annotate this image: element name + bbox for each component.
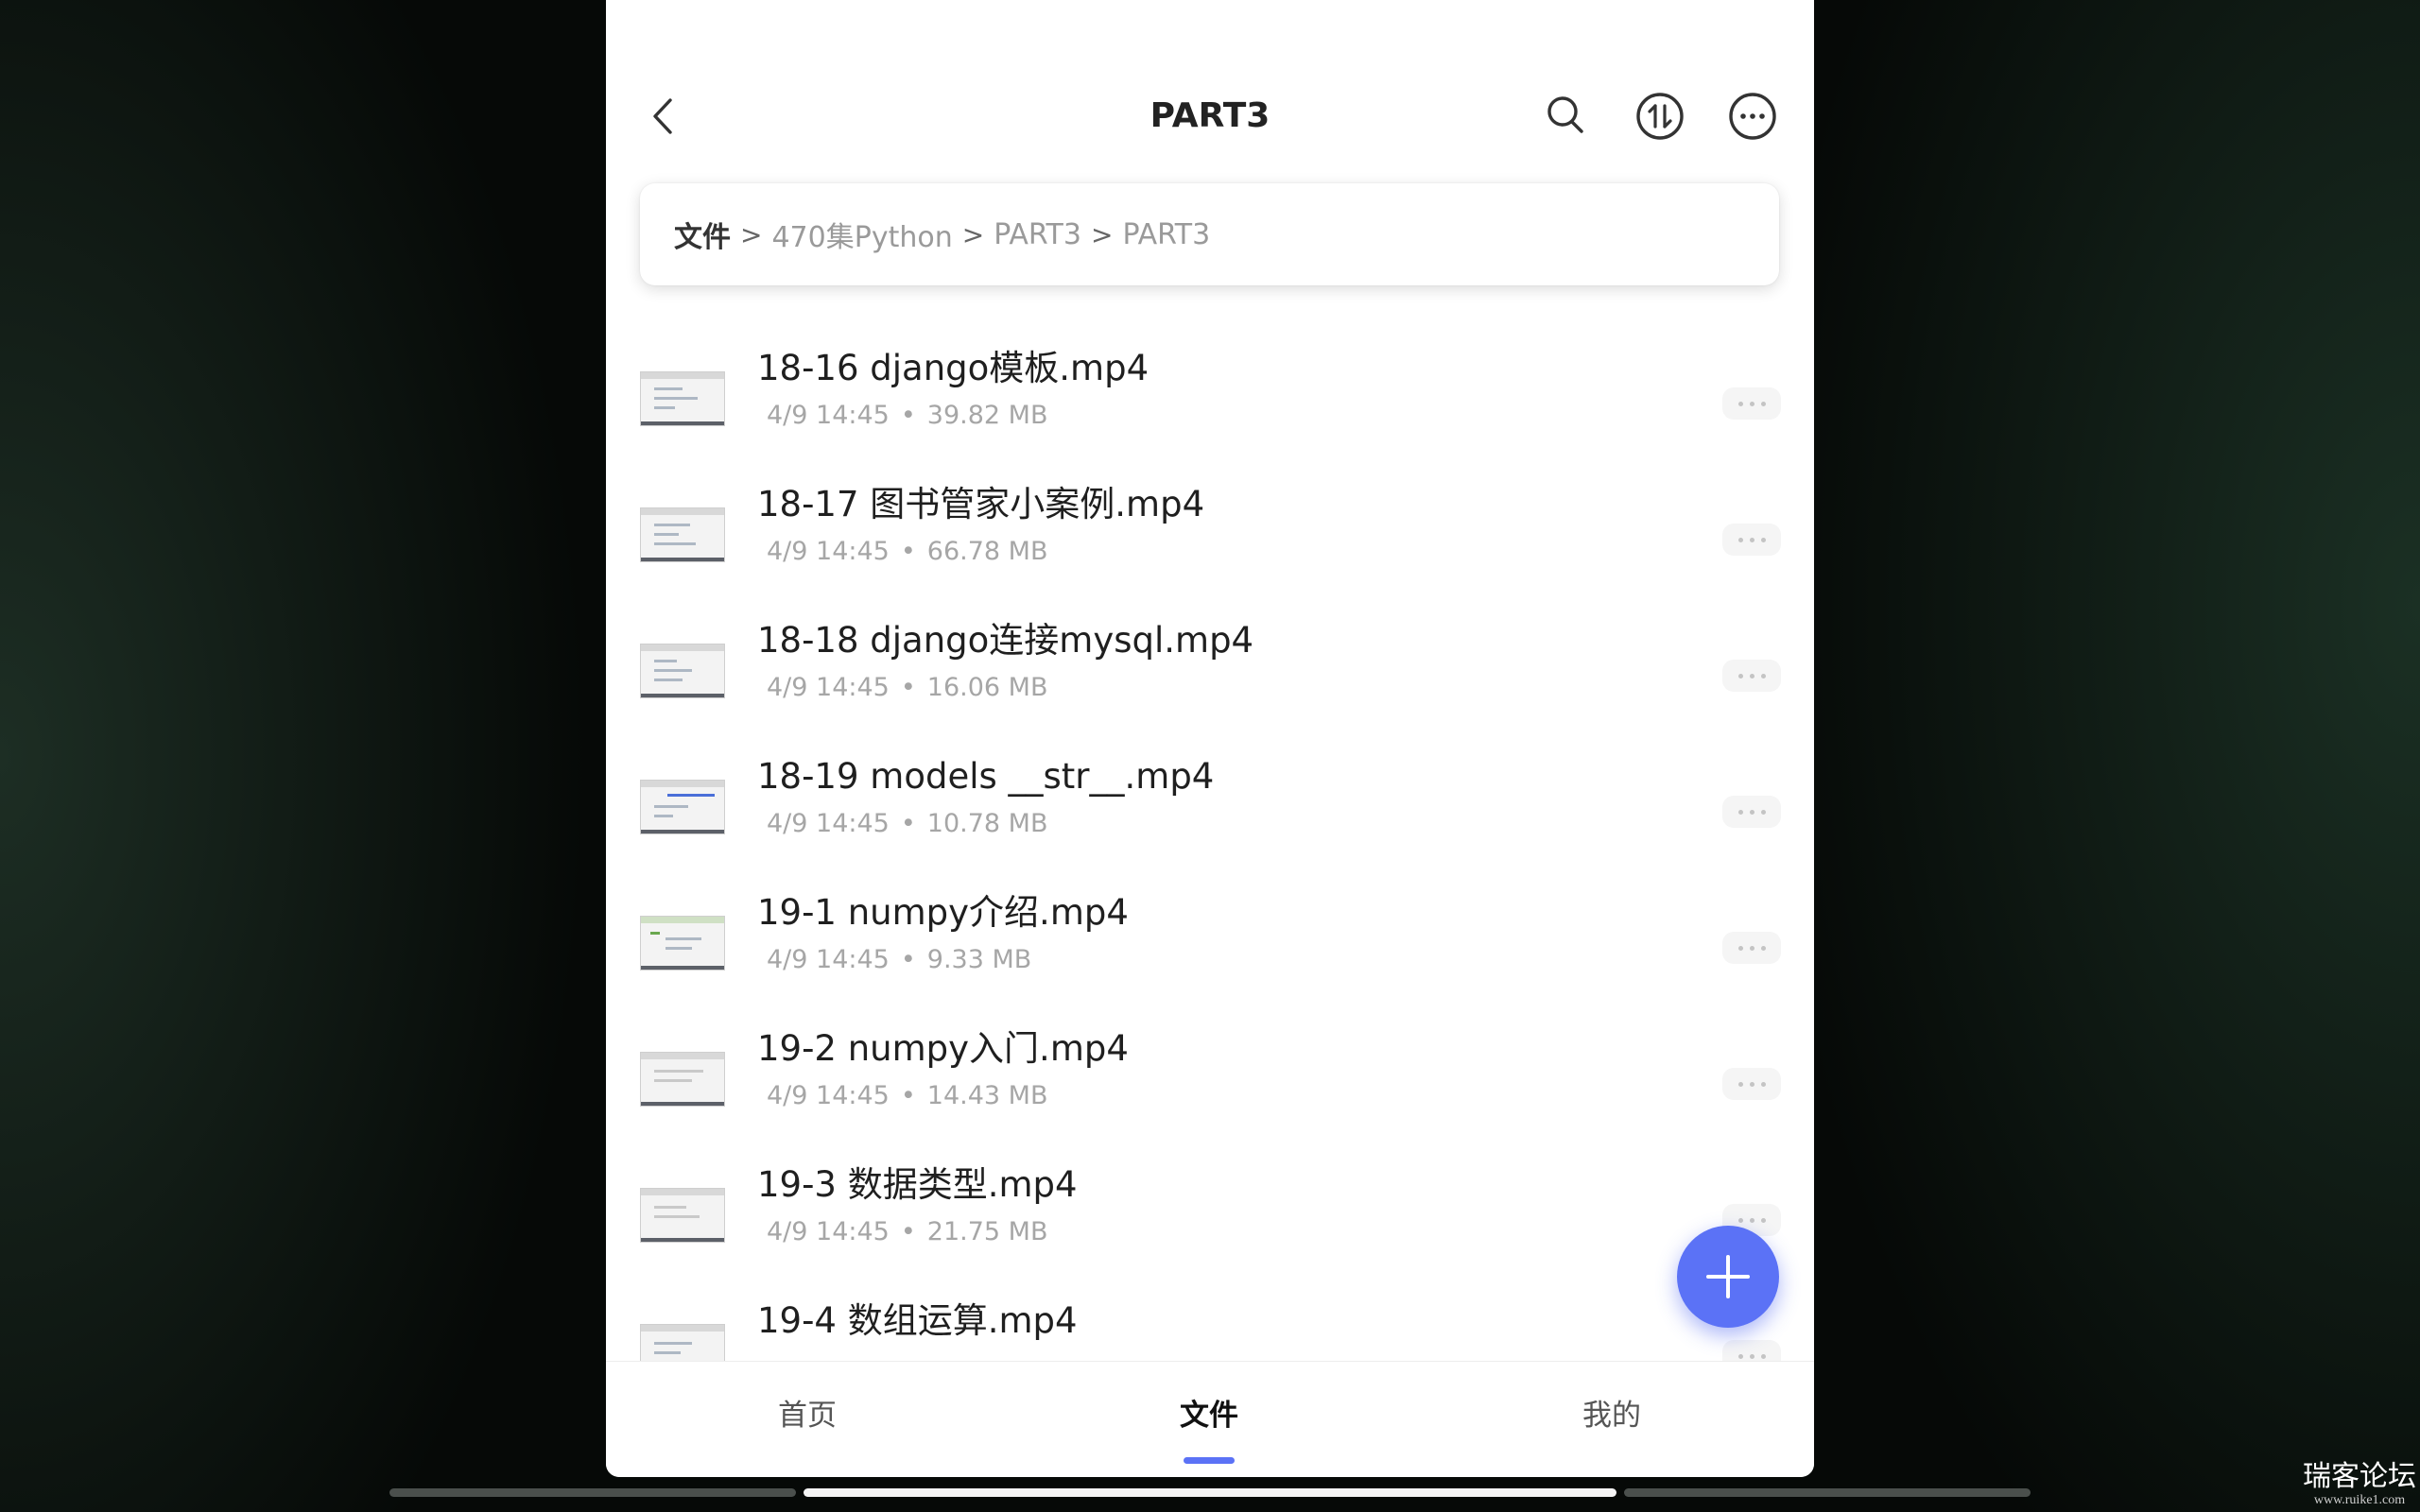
file-date: 4/9 14:45	[767, 945, 890, 974]
add-button[interactable]	[1677, 1226, 1779, 1328]
file-meta: 4/9 14:45 • 39.82 MB	[767, 399, 1048, 433]
watermark-text: 瑞客论坛	[2303, 1460, 2416, 1493]
file-more-button[interactable]	[1722, 1068, 1781, 1100]
file-size: 16.06 MB	[926, 673, 1048, 702]
file-name: 19-3 数据类型.mp4	[757, 1164, 1078, 1205]
file-row[interactable]: 18-16 django模板.mp4 4/9 14:45 • 39.82 MB	[606, 316, 1814, 452]
file-list: 18-16 django模板.mp4 4/9 14:45 • 39.82 MB 18…	[606, 284, 1814, 1361]
file-name: 19-2 numpy入门.mp4	[757, 1028, 1129, 1069]
meta-separator: •	[900, 401, 916, 430]
file-name: 19-4 数组运算.mp4	[757, 1300, 1078, 1341]
sort-icon	[1636, 93, 1684, 140]
app-window: PART3 文件 > 470集Python > PART3 > PART3 18…	[606, 0, 1814, 1477]
file-size: 9.33 MB	[926, 945, 1032, 974]
breadcrumb-separator: >	[1090, 218, 1114, 250]
file-more-button[interactable]	[1722, 796, 1781, 828]
file-name: 18-16 django模板.mp4	[757, 348, 1150, 388]
meta-separator: •	[900, 1217, 916, 1246]
breadcrumb-separator: >	[740, 218, 763, 250]
sort-button[interactable]	[1634, 91, 1685, 142]
file-row[interactable]: 18-18 django连接mysql.mp4 4/9 14:45 • 16.06 …	[606, 588, 1814, 724]
search-icon	[1547, 96, 1583, 133]
video-thumbnail	[640, 780, 725, 834]
tab-me[interactable]: 我的	[1517, 1396, 1706, 1435]
breadcrumb-item[interactable]: 470集Python	[771, 214, 952, 255]
window-strip-left[interactable]	[389, 1488, 796, 1497]
breadcrumb: 文件 > 470集Python > PART3 > PART3	[640, 183, 1779, 285]
file-size: 66.78 MB	[926, 537, 1048, 566]
file-meta: 4/9 14:45 • 14.43 MB	[767, 1079, 1048, 1113]
file-date: 4/9 14:45	[767, 401, 890, 430]
file-size: 39.82 MB	[926, 401, 1048, 430]
file-more-button[interactable]	[1722, 1340, 1781, 1361]
file-meta: 4/9 14:45 • 66.78 MB	[767, 535, 1048, 569]
file-date: 4/9 14:45	[767, 1081, 890, 1110]
video-thumbnail	[640, 1324, 725, 1361]
file-more-button[interactable]	[1722, 660, 1781, 692]
meta-separator: •	[900, 809, 916, 838]
file-meta: 4/9 14:45 • 10.78 MB	[767, 807, 1048, 841]
file-size: 21.75 MB	[926, 1217, 1048, 1246]
tab-files[interactable]: 文件	[1115, 1396, 1304, 1435]
file-name: 18-19 models __str__.mp4	[757, 756, 1215, 797]
file-name: 19-1 numpy介绍.mp4	[757, 892, 1129, 933]
video-thumbnail	[640, 1188, 725, 1243]
window-strip-right[interactable]	[1624, 1488, 2031, 1497]
file-meta: 4/9 14:45 • 21.75 MB	[767, 1215, 1048, 1249]
file-row[interactable]: 18-19 models __str__.mp4 4/9 14:45 • 10.78…	[606, 724, 1814, 860]
file-more-button[interactable]	[1722, 387, 1781, 420]
file-meta: 4/9 14:45 • 16.06 MB	[767, 671, 1048, 705]
file-date: 4/9 14:45	[767, 537, 890, 566]
file-row[interactable]: 19-3 数据类型.mp4 4/9 14:45 • 21.75 MB	[606, 1132, 1814, 1268]
file-more-button[interactable]	[1722, 932, 1781, 964]
header: PART3	[606, 0, 1814, 180]
file-meta: 4/9 14:45 • 9.33 MB	[767, 943, 1031, 977]
file-more-button[interactable]	[1722, 524, 1781, 556]
file-date: 4/9 14:45	[767, 673, 890, 702]
breadcrumb-item[interactable]: PART3	[1122, 218, 1210, 251]
file-size: 10.78 MB	[926, 809, 1048, 838]
meta-separator: •	[900, 673, 916, 702]
file-size: 14.43 MB	[926, 1081, 1048, 1110]
breadcrumb-separator: >	[961, 218, 985, 250]
video-thumbnail	[640, 507, 725, 562]
file-row[interactable]: 18-17 图书管家小案例.mp4 4/9 14:45 • 66.78 MB	[606, 452, 1814, 588]
search-button[interactable]	[1542, 91, 1593, 142]
tab-home[interactable]: 首页	[713, 1396, 902, 1435]
file-date: 4/9 14:45	[767, 809, 890, 838]
video-thumbnail	[640, 644, 725, 698]
video-thumbnail	[640, 916, 725, 971]
more-icon	[1729, 93, 1776, 140]
meta-separator: •	[900, 1081, 916, 1110]
video-thumbnail	[640, 371, 725, 426]
plus-icon	[1706, 1255, 1750, 1298]
watermark-url: www.ruike1.com	[2313, 1493, 2406, 1507]
breadcrumb-root[interactable]: 文件	[674, 214, 731, 255]
file-date: 4/9 14:45	[767, 1217, 890, 1246]
meta-separator: •	[900, 945, 916, 974]
breadcrumb-item[interactable]: PART3	[994, 218, 1081, 251]
file-row[interactable]: 19-4 数组运算.mp4	[606, 1268, 1814, 1361]
bottom-nav: 首页 文件 我的	[606, 1361, 1814, 1477]
file-row[interactable]: 19-2 numpy入门.mp4 4/9 14:45 • 14.43 MB	[606, 996, 1814, 1132]
active-tab-indicator	[1184, 1457, 1235, 1464]
watermark: 瑞客论坛 www.ruike1.com	[2303, 1461, 2416, 1508]
meta-separator: •	[900, 537, 916, 566]
more-options-button[interactable]	[1727, 91, 1778, 142]
file-name: 18-17 图书管家小案例.mp4	[757, 484, 1205, 524]
page-title: PART3	[1150, 96, 1270, 135]
video-thumbnail	[640, 1052, 725, 1107]
file-name: 18-18 django连接mysql.mp4	[757, 620, 1254, 661]
file-row[interactable]: 19-1 numpy介绍.mp4 4/9 14:45 • 9.33 MB	[606, 860, 1814, 996]
window-strip-active[interactable]	[804, 1488, 1616, 1497]
